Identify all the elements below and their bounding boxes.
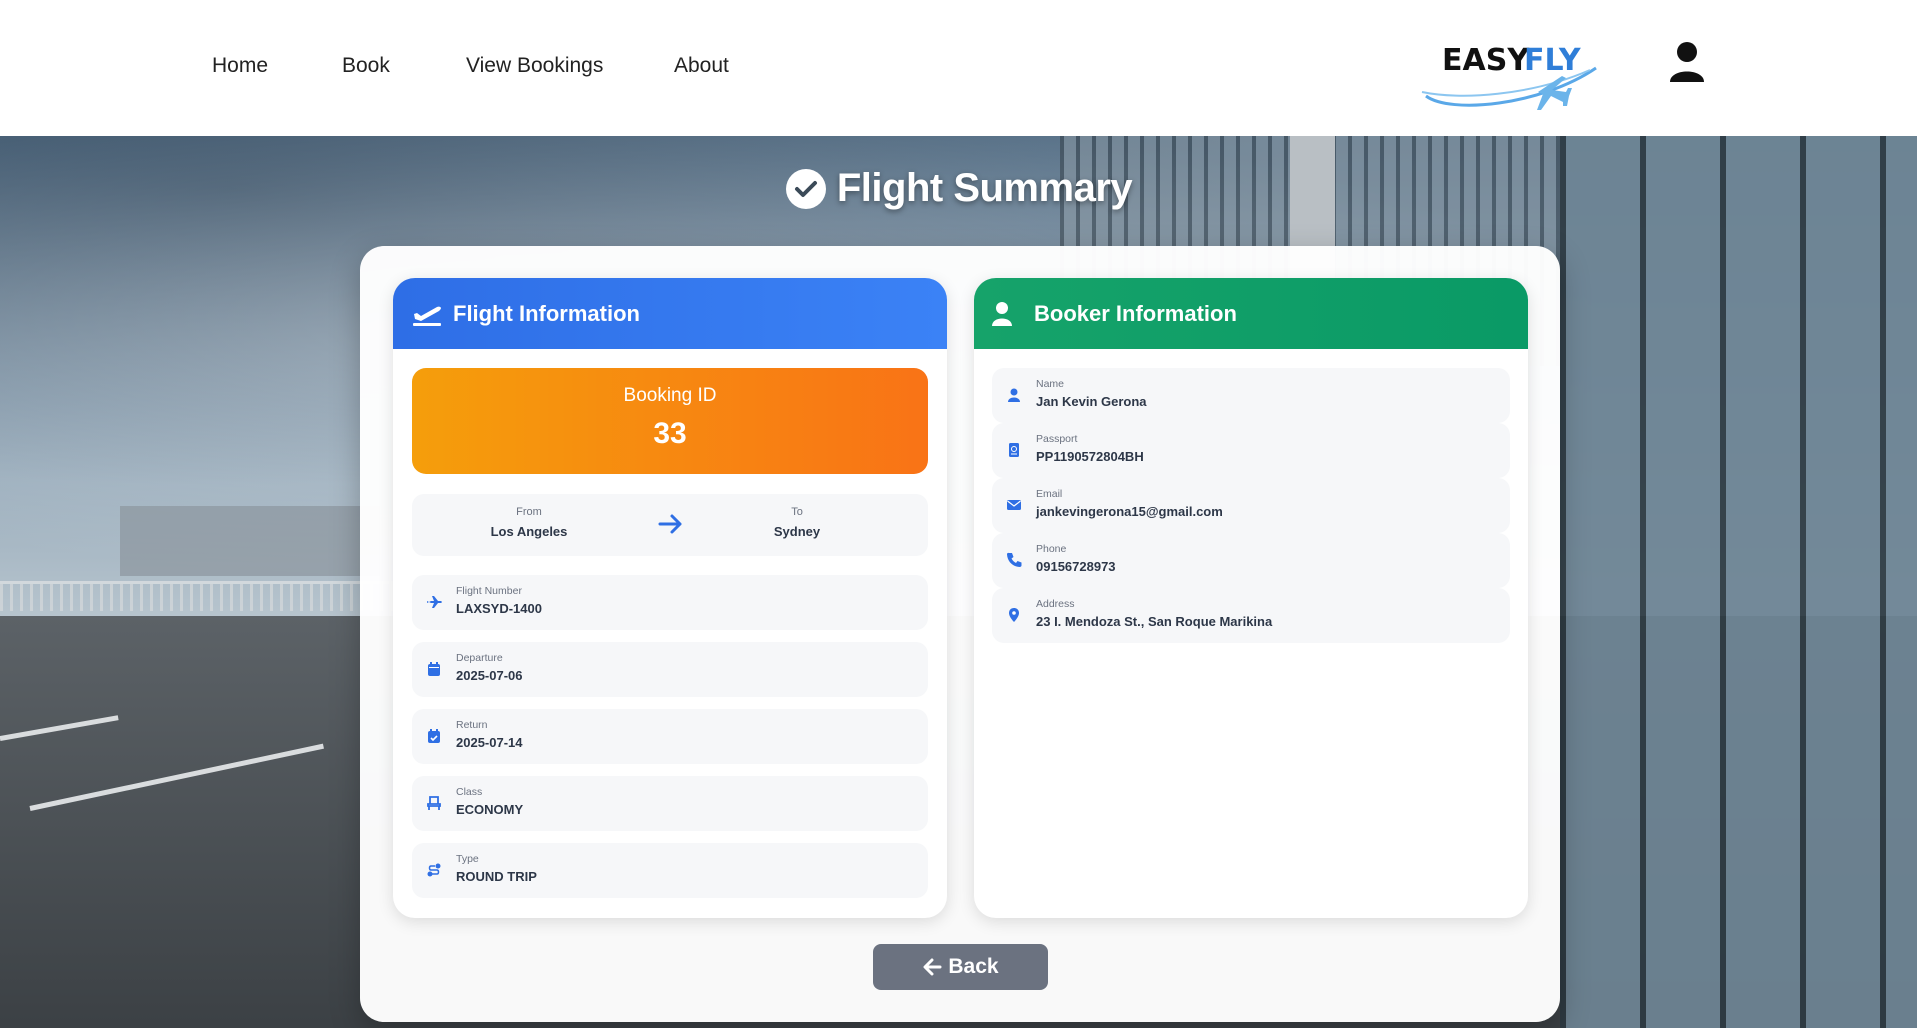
user-account-icon[interactable] <box>1668 40 1706 84</box>
nav-link-view-bookings[interactable]: View Bookings <box>466 54 603 78</box>
booker-information-header: Booker Information <box>974 278 1528 349</box>
departure-value: 2025-07-06 <box>456 668 523 683</box>
passport-value: PP1190572804BH <box>1036 449 1144 464</box>
seat-icon <box>427 796 441 810</box>
phone-value: 09156728973 <box>1036 559 1116 574</box>
passport-icon <box>1009 443 1019 457</box>
plane-icon <box>427 596 442 608</box>
booking-id-value: 33 <box>653 417 687 450</box>
class-row: Class ECONOMY <box>412 776 928 831</box>
location-pin-icon <box>1009 608 1019 622</box>
page-title-row: Flight Summary <box>0 166 1917 211</box>
envelope-icon <box>1007 500 1021 510</box>
type-value: ROUND TRIP <box>456 869 537 884</box>
user-icon <box>1008 388 1020 402</box>
route-to: To Sydney <box>717 506 877 539</box>
logo-text-easy: EASY <box>1442 43 1530 78</box>
email-value: jankevingerona15@gmail.com <box>1036 504 1223 519</box>
address-row: Address 23 I. Mendoza St., San Roque Mar… <box>992 588 1510 643</box>
type-label: Type <box>456 853 479 865</box>
booker-information-title: Booker Information <box>1034 300 1237 326</box>
to-value: Sydney <box>773 524 821 539</box>
flight-information-header: Flight Information <box>393 278 947 349</box>
nav-link-book[interactable]: Book <box>342 54 390 78</box>
class-value: ECONOMY <box>456 802 524 817</box>
name-value: Jan Kevin Gerona <box>1036 394 1147 409</box>
address-label: Address <box>1036 598 1075 610</box>
phone-row: Phone 09156728973 <box>992 533 1510 588</box>
return-row: Return 2025-07-14 <box>412 709 928 764</box>
booking-id-label: Booking ID <box>623 385 717 406</box>
route-box: From Los Angeles To Sydney <box>412 494 928 556</box>
flight-number-row: Flight Number LAXSYD-1400 <box>412 575 928 630</box>
phone-icon <box>1007 552 1022 567</box>
flight-information-title: Flight Information <box>453 300 640 326</box>
calendar-icon <box>428 662 440 676</box>
email-label: Email <box>1036 488 1063 500</box>
flight-number-label: Flight Number <box>456 585 522 597</box>
nav-link-about[interactable]: About <box>674 54 729 78</box>
phone-label: Phone <box>1036 543 1067 555</box>
class-label: Class <box>456 786 483 798</box>
address-value: 23 I. Mendoza St., San Roque Marikina <box>1036 614 1273 629</box>
calendar-check-icon <box>428 729 440 743</box>
return-label: Return <box>456 719 488 731</box>
check-circle-icon <box>785 168 826 209</box>
logo-text-fly: FLY <box>1524 43 1582 78</box>
easyfly-logo[interactable]: EASY FLY <box>1420 30 1600 114</box>
from-value: Los Angeles <box>490 524 568 539</box>
return-value: 2025-07-14 <box>456 735 523 750</box>
departure-label: Departure <box>456 652 503 664</box>
type-row: Type ROUND TRIP <box>412 843 928 898</box>
route-from: From Los Angeles <box>449 506 609 539</box>
back-button[interactable]: Back <box>873 944 1048 990</box>
passport-row: Passport PP1190572804BH <box>992 423 1510 478</box>
passport-label: Passport <box>1036 433 1078 445</box>
flight-number-value: LAXSYD-1400 <box>456 601 542 616</box>
flight-information-panel: Flight Information Booking ID 33 From Lo… <box>393 278 947 918</box>
arrow-left-icon <box>923 958 942 976</box>
email-row: Email jankevingerona15@gmail.com <box>992 478 1510 533</box>
from-label: From <box>516 506 542 518</box>
page-title: Flight Summary <box>836 166 1133 210</box>
booker-information-panel: Booker Information Name Jan Kevin Gerona… <box>974 278 1528 918</box>
back-button-label: Back <box>948 955 999 978</box>
name-label: Name <box>1036 378 1065 390</box>
arrow-right-icon <box>658 514 682 534</box>
nav-link-home[interactable]: Home <box>212 54 268 78</box>
name-row: Name Jan Kevin Gerona <box>992 368 1510 423</box>
top-navbar: Home Book View Bookings About EASY FLY <box>0 0 1917 136</box>
to-label: To <box>791 506 803 518</box>
plane-departure-icon <box>413 306 441 326</box>
route-icon <box>427 863 441 877</box>
booking-id-box: Booking ID 33 <box>412 368 928 474</box>
user-icon <box>992 301 1012 326</box>
departure-row: Departure 2025-07-06 <box>412 642 928 697</box>
